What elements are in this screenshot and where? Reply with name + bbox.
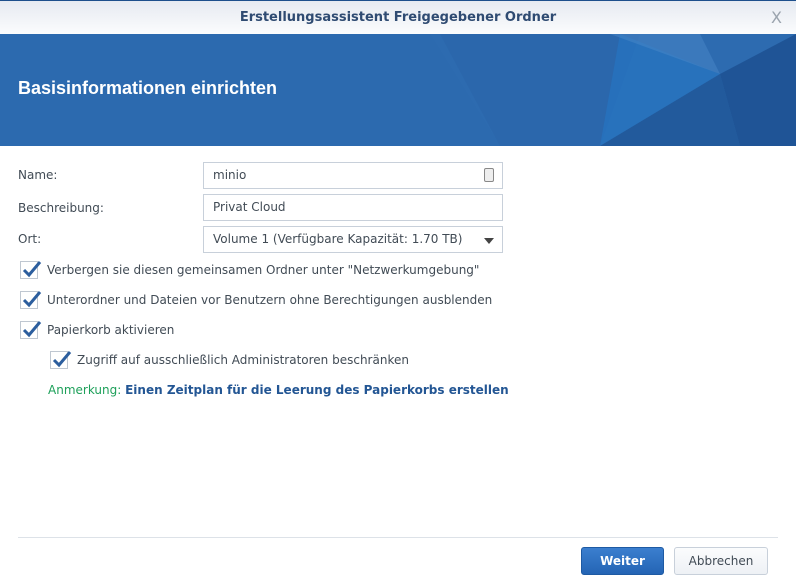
window-title: Erstellungsassistent Freigegebener Ordne… xyxy=(239,10,557,25)
cancel-button[interactable]: Abbrechen xyxy=(674,547,768,575)
checkbox-hide-network[interactable]: Verbergen sie diesen gemeinsamen Ordner … xyxy=(20,261,479,279)
checkbox-label: Papierkorb aktivieren xyxy=(47,323,175,337)
checkbox-icon[interactable] xyxy=(50,351,72,369)
checkbox-label: Verbergen sie diesen gemeinsamen Ordner … xyxy=(47,263,480,277)
name-value: minio xyxy=(213,168,247,182)
description-input[interactable]: Privat Cloud xyxy=(203,194,503,221)
name-label: Name: xyxy=(18,168,58,182)
location-select[interactable]: Volume 1 (Verfügbare Kapazität: 1.70 TB) xyxy=(203,226,503,253)
keyboard-icon xyxy=(484,168,494,182)
location-label: Ort: xyxy=(18,232,42,246)
checkbox-icon[interactable] xyxy=(20,261,42,279)
description-value: Privat Cloud xyxy=(213,200,286,214)
page-title: Basisinformationen einrichten xyxy=(18,78,278,98)
schedule-link[interactable]: Einen Zeitplan für die Leerung des Papie… xyxy=(125,383,509,397)
chevron-down-icon xyxy=(484,238,494,244)
checkbox-icon[interactable] xyxy=(20,291,42,309)
window-titlebar: Erstellungsassistent Freigegebener Ordne… xyxy=(0,0,796,34)
description-label: Beschreibung: xyxy=(18,201,104,215)
note-prefix: Anmerkung: xyxy=(48,383,122,397)
divider xyxy=(18,537,778,538)
header-banner: Basisinformationen einrichten xyxy=(0,34,796,146)
checkbox-recycle-bin[interactable]: Papierkorb aktivieren xyxy=(20,321,174,339)
note: Anmerkung: Einen Zeitplan für die Leerun… xyxy=(48,383,509,397)
name-input[interactable]: minio xyxy=(203,162,503,189)
checkbox-label: Unterordner und Dateien vor Benutzern oh… xyxy=(47,293,493,307)
close-icon[interactable]: X xyxy=(771,1,782,34)
location-value: Volume 1 (Verfügbare Kapazität: 1.70 TB) xyxy=(213,232,463,246)
checkbox-hide-subfolders[interactable]: Unterordner und Dateien vor Benutzern oh… xyxy=(20,291,492,309)
checkbox-label: Zugriff auf ausschließlich Administrator… xyxy=(77,353,409,367)
checkbox-admin-only[interactable]: Zugriff auf ausschließlich Administrator… xyxy=(50,351,409,369)
next-button[interactable]: Weiter xyxy=(581,547,664,575)
checkbox-icon[interactable] xyxy=(20,321,42,339)
